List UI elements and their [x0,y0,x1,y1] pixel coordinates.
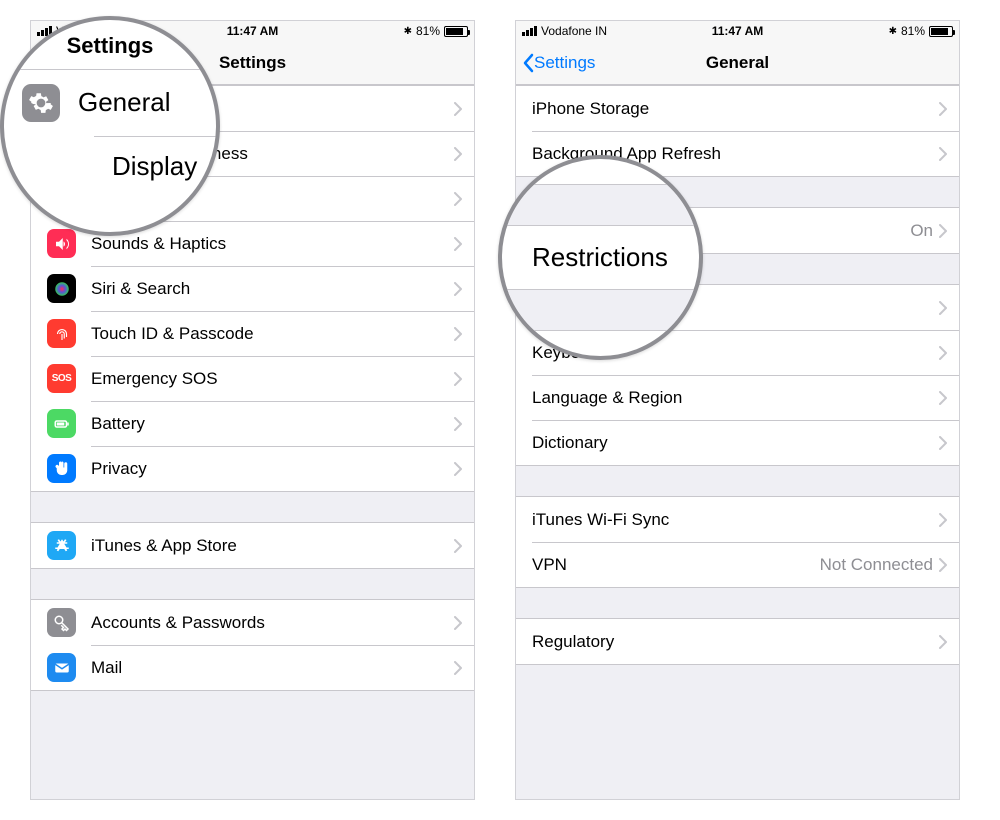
chevron-right-icon [454,372,462,386]
privacy-icon [47,454,76,483]
magnifier-general: Settings General Display [0,16,220,236]
chevron-right-icon [454,539,462,553]
chevron-right-icon [939,102,947,116]
status-bar: Vodafone IN 11:47 AM ✱ 81% [516,21,959,41]
chevron-right-icon [454,237,462,251]
settings-row-siri[interactable]: Siri & Search [31,266,474,311]
nav-back-button[interactable]: Settings [516,53,595,73]
settings-row-accounts[interactable]: Accounts & Passwords [31,600,474,645]
signal-icon [522,26,537,36]
mag-stripe [502,289,699,331]
sounds-icon [47,229,76,258]
status-time: 11:47 AM [712,24,764,38]
general-row-regulatory[interactable]: Regulatory [516,619,959,664]
battery-icon [929,26,953,37]
general-row-langregion[interactable]: Language & Region [516,375,959,420]
nav-back-label: Settings [534,53,595,73]
group-spacer [516,588,959,618]
row-value: On [910,221,933,241]
row-label: Mail [91,658,454,678]
chevron-right-icon [454,462,462,476]
chevron-right-icon [454,327,462,341]
chevron-right-icon [939,635,947,649]
row-label: Regulatory [532,632,939,652]
nav-bar: Settings General [516,41,959,85]
settings-row-privacy[interactable]: Privacy [31,446,474,491]
bluetooth-icon: ✱ [889,26,897,37]
battery-pct: 81% [416,24,440,38]
group-spacer [516,466,959,496]
row-label: Dictionary [532,433,939,453]
settings-row-battery[interactable]: Battery [31,401,474,446]
settings-row-touchid[interactable]: Touch ID & Passcode [31,311,474,356]
nav-title: Settings [219,53,286,73]
mag-label: Display [112,151,197,182]
settings-row-itunes[interactable]: iTunes & App Store [31,523,474,568]
general-row-itunes-sync[interactable]: iTunes Wi-Fi Sync [516,497,959,542]
row-label: Accounts & Passwords [91,613,454,633]
row-label: Siri & Search [91,279,454,299]
row-label: Touch ID & Passcode [91,324,454,344]
chevron-right-icon [939,147,947,161]
gear-icon [22,84,60,122]
chevron-right-icon [454,661,462,675]
magnifier-restrictions: Restrictions [498,155,703,360]
mail-icon [47,653,76,682]
row-label: Battery [91,414,454,434]
chevron-right-icon [454,102,462,116]
chevron-right-icon [939,558,947,572]
group-spacer [31,569,474,599]
chevron-right-icon [939,224,947,238]
itunes-icon [47,531,76,560]
carrier-label: Vodafone IN [541,24,607,38]
row-label: Privacy [91,459,454,479]
sos-icon: SOS [47,364,76,393]
chevron-right-icon [939,513,947,527]
row-value: Not Connected [820,555,933,575]
settings-row-mail[interactable]: Mail [31,645,474,690]
chevron-right-icon [454,417,462,431]
group-spacer [31,492,474,522]
accounts-icon [47,608,76,637]
general-row-vpn[interactable]: VPNNot Connected [516,542,959,587]
battery-icon [444,26,468,37]
battery-pct: 81% [901,24,925,38]
touchid-icon [47,319,76,348]
settings-row-sos[interactable]: SOS Emergency SOS [31,356,474,401]
row-label: Language & Region [532,388,939,408]
general-row-iphone-storage[interactable]: iPhone Storage [516,86,959,131]
chevron-right-icon [454,192,462,206]
battery-icon [47,409,76,438]
mag-stripe [502,184,699,226]
nav-title: General [706,53,769,73]
mag-label: Restrictions [532,242,668,273]
general-row-dictionary[interactable]: Dictionary [516,420,959,465]
phone-general: Vodafone IN 11:47 AM ✱ 81% Settings Gene… [515,20,960,800]
group-spacer [516,665,959,695]
row-label: iTunes & App Store [91,536,454,556]
siri-icon [47,274,76,303]
mag-row-display: Display [94,136,216,196]
chevron-right-icon [939,301,947,315]
row-label: VPN [532,555,820,575]
chevron-left-icon [522,53,534,73]
row-label: iTunes Wi-Fi Sync [532,510,939,530]
chevron-right-icon [454,616,462,630]
chevron-right-icon [939,346,947,360]
chevron-right-icon [454,282,462,296]
row-label: Emergency SOS [91,369,454,389]
mag-row-restrictions: Restrictions [502,226,699,289]
mag-row-general: General [4,70,216,136]
status-time: 11:47 AM [227,24,279,38]
chevron-right-icon [939,436,947,450]
chevron-right-icon [939,391,947,405]
chevron-right-icon [454,147,462,161]
bluetooth-icon: ✱ [404,26,412,37]
mag-label: General [78,87,171,118]
row-label: iPhone Storage [532,99,939,119]
row-label: Sounds & Haptics [91,234,454,254]
